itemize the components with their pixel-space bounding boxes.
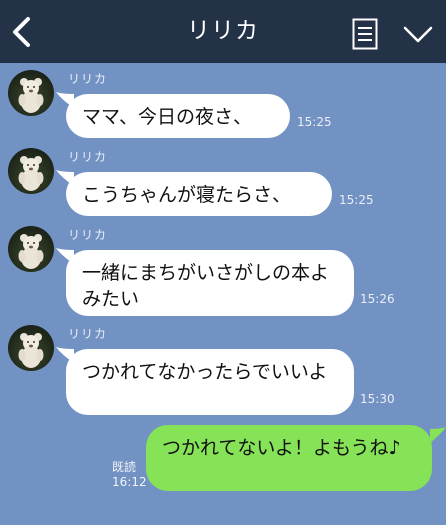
teddy-bear-icon [18, 78, 44, 113]
notes-icon[interactable] [352, 18, 378, 50]
teddy-bear-icon [18, 156, 44, 191]
chat-header: リリカ [0, 0, 446, 63]
message-text: つかれてなかったらでいいよ [82, 361, 328, 383]
message-time: 15:25 [297, 115, 332, 129]
message-bubble[interactable]: 一緒にまちがいさがしの本よみたい [66, 250, 354, 316]
message-bubble[interactable]: ママ、今日の夜さ、 [66, 94, 290, 138]
outgoing-message-bubble[interactable]: つかれてないよ！よもうね♪ [146, 425, 432, 491]
read-label: 既読 [112, 460, 137, 474]
message-bubble[interactable]: つかれてなかったらでいいよ [66, 349, 354, 415]
teddy-bear-icon [18, 234, 44, 269]
avatar[interactable] [8, 70, 54, 116]
sender-name: リリカ [68, 72, 108, 86]
message-time: 15:30 [360, 392, 395, 406]
avatar[interactable] [8, 148, 54, 194]
sender-name: リリカ [68, 228, 108, 242]
message-time: 15:26 [360, 292, 395, 306]
sender-name: リリカ [68, 327, 108, 341]
avatar[interactable] [8, 325, 54, 371]
message-text: 一緒にまちがいさがしの本よみたい [82, 262, 330, 310]
teddy-bear-icon [18, 333, 44, 368]
sender-name: リリカ [68, 150, 108, 164]
bubble-tail [430, 427, 446, 443]
avatar[interactable] [8, 226, 54, 272]
message-bubble[interactable]: こうちゃんが寝たらさ、 [66, 172, 332, 216]
chat-title: リリカ [187, 18, 259, 44]
read-receipt: 既読 16:12 [112, 460, 147, 490]
chevron-down-icon[interactable] [402, 24, 434, 46]
message-time: 16:12 [112, 475, 147, 489]
message-text: ママ、今日の夜さ、 [82, 106, 253, 128]
message-time: 15:25 [339, 193, 374, 207]
message-text: こうちゃんが寝たらさ、 [82, 184, 292, 206]
message-text: つかれてないよ！よもうね♪ [162, 437, 401, 459]
